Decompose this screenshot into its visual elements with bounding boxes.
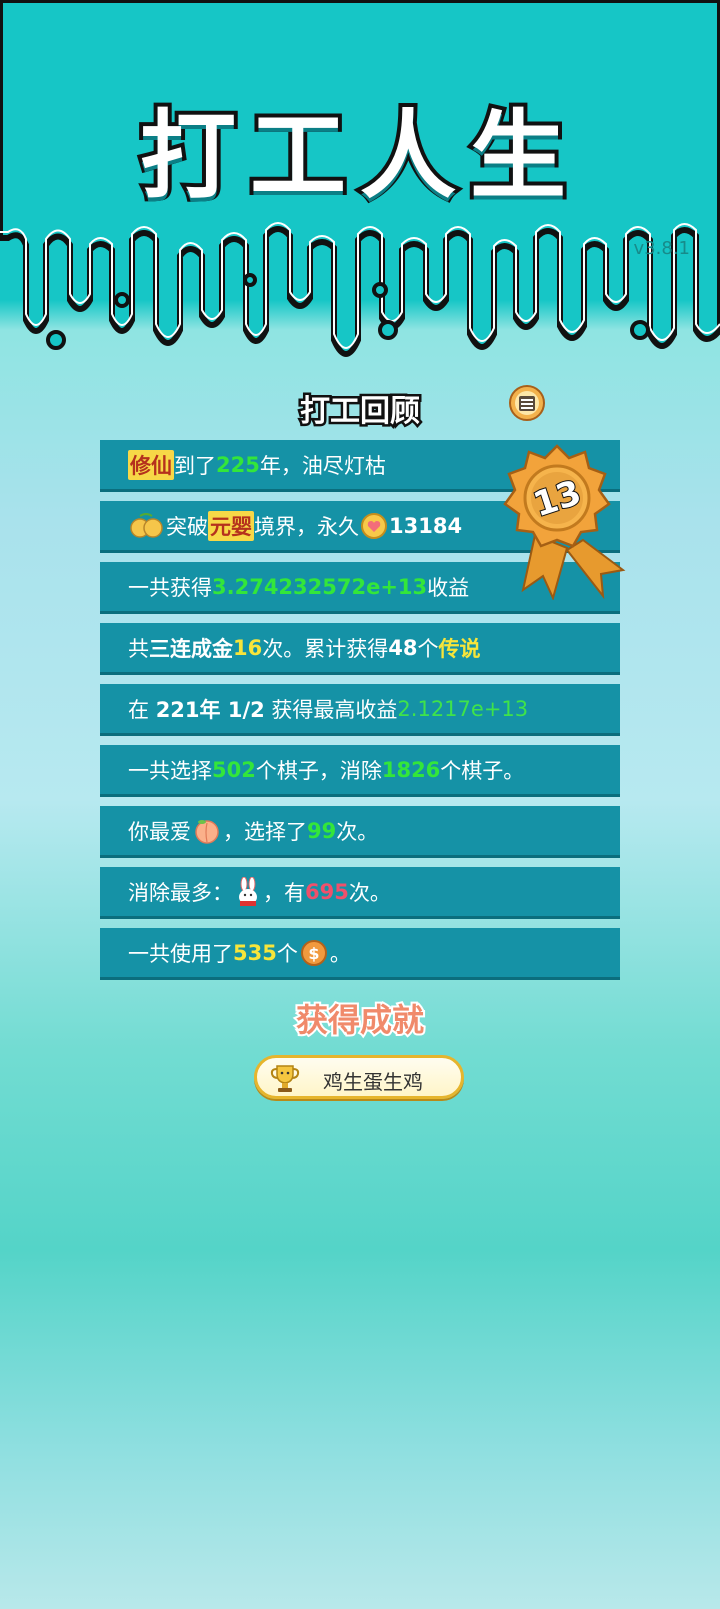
review-row-5: 在 221年 1/2 获得最高收益 2.1217e+13 <box>100 684 620 736</box>
years-value: 225 <box>216 452 260 477</box>
row-text: ，有 <box>263 880 305 905</box>
row-text: 获得最高收益 <box>264 697 398 722</box>
version-label: v3.8.1 <box>633 238 690 259</box>
realm-label: 元婴 <box>208 510 254 541</box>
review-row-7: 你最爱 ，选择了 99 次。 <box>100 806 620 858</box>
row-text: 突破 <box>166 514 208 539</box>
row-text: 。 <box>329 941 351 966</box>
row-text: 个 <box>276 941 298 966</box>
row-text: 次。累计获得 <box>262 636 389 661</box>
best-income-value: 2.1217e+13 <box>397 696 529 721</box>
row-text: 次。 <box>336 819 379 844</box>
peach-icon <box>195 819 219 844</box>
review-row-9: 一共使用了 535 个 $ 。 <box>100 928 620 980</box>
achievement-label: 鸡生蛋生鸡 <box>323 1070 423 1094</box>
eliminated-count-value: 1826 <box>381 757 441 782</box>
row-text: 一共使用了 <box>128 941 233 966</box>
row-text: 收益 <box>427 575 470 600</box>
trophy-icon <box>270 1065 300 1092</box>
svg-text:$: $ <box>308 944 319 963</box>
bonus-value: 13184 <box>389 513 463 538</box>
review-row-4: 共 三连成金 16 次。累计获得 48 个 传说 <box>100 623 620 675</box>
review-row-8: 消除最多： ，有 695 次。 <box>100 867 620 919</box>
legend-label: 传说 <box>438 636 481 661</box>
achievements-title: 获得成就 <box>294 999 426 1041</box>
most-eliminated-value: 695 <box>305 879 349 904</box>
row-text: 共 <box>128 636 149 661</box>
row-text: 到了 <box>174 453 216 478</box>
row-text: 年，油尽灯枯 <box>259 453 386 478</box>
row-text: 次。 <box>348 880 391 905</box>
header: 打工人生 v3.8.1 <box>0 0 720 380</box>
legend-count-value: 48 <box>388 635 418 660</box>
row-text: 个 <box>417 636 439 661</box>
triple-gold-label: 三连成金 <box>149 636 233 661</box>
row-text: 个棋子。 <box>440 758 525 783</box>
row-text: 一共选择 <box>128 758 212 783</box>
best-date-value: 221年 1/2 <box>155 697 265 722</box>
favorite-count-value: 99 <box>307 818 337 843</box>
row-text: 在 <box>128 697 156 722</box>
chosen-count-value: 502 <box>212 757 256 782</box>
coin-heart-icon <box>361 512 387 539</box>
total-income-value: 3.274232572e+13 <box>212 574 428 599</box>
row-text: ，选择了 <box>223 819 307 844</box>
triple-count-value: 16 <box>233 635 263 660</box>
achievement-badge[interactable]: 鸡生蛋生鸡 <box>254 1055 464 1099</box>
share-icon[interactable] <box>509 385 545 421</box>
review-row-6: 一共选择 502 个棋子，消除 1826 个棋子。 <box>100 745 620 797</box>
medal-icon: 13 <box>503 444 626 600</box>
row-text: 你最爱 <box>128 819 191 844</box>
row-text: 个棋子，消除 <box>255 758 382 783</box>
review-title: 打工回顾 <box>298 392 423 432</box>
rabbit-icon <box>239 876 257 906</box>
row-text: 境界，永久 <box>254 514 359 539</box>
mode-label: 修仙 <box>128 449 174 480</box>
coins-used-value: 535 <box>233 940 277 965</box>
pear-icon <box>130 512 163 538</box>
row-text: 一共获得 <box>128 575 212 600</box>
row-text: 消除最多： <box>128 880 233 905</box>
app-title: 打工人生 <box>136 96 580 216</box>
coin-dollar-icon: $ <box>300 939 327 966</box>
